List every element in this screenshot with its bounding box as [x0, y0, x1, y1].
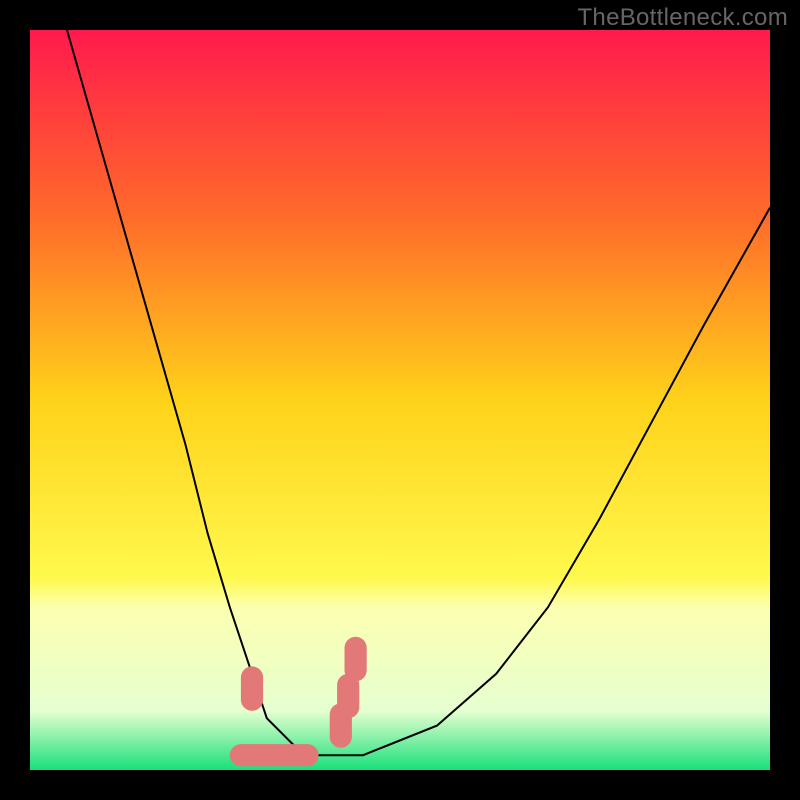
watermark-text: TheBottleneck.com	[577, 4, 788, 32]
chart-svg	[30, 30, 770, 770]
chart-frame: TheBottleneck.com	[0, 0, 800, 800]
marker-point	[345, 637, 367, 681]
marker-point	[230, 744, 319, 766]
marker-point	[241, 666, 263, 710]
chart-background	[30, 30, 770, 770]
chart-plot-area	[30, 30, 770, 770]
